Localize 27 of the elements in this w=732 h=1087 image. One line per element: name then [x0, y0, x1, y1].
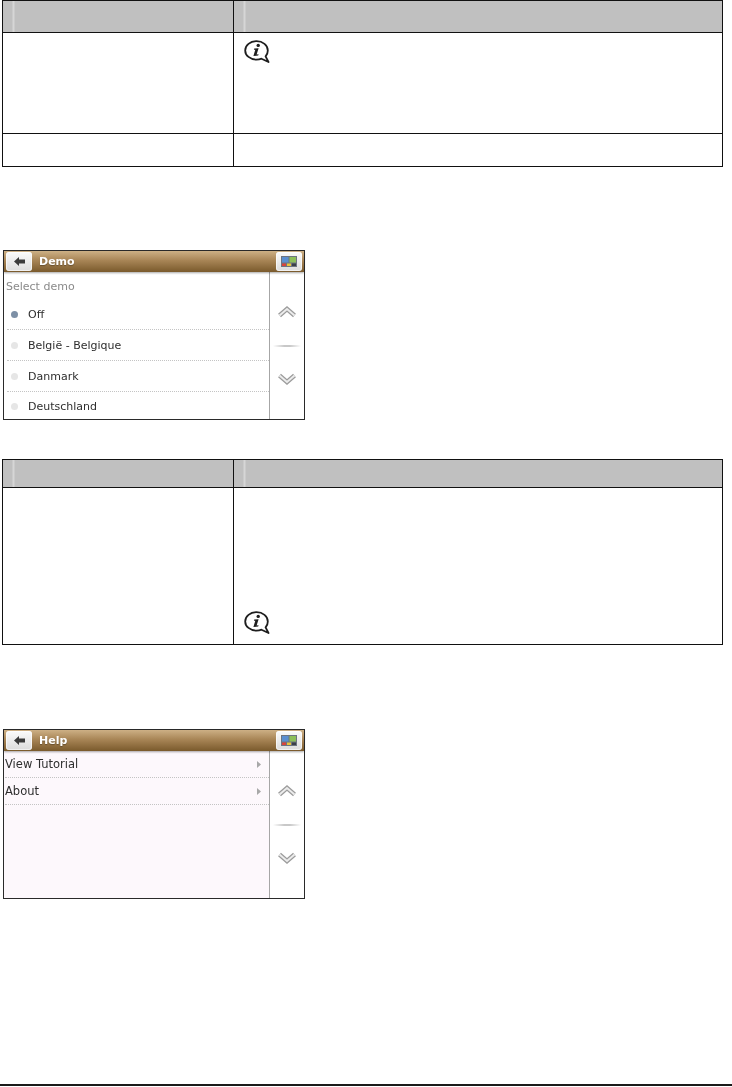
radio-dot-icon[interactable] [11, 372, 18, 380]
menu-button[interactable] [276, 731, 302, 750]
radio-option[interactable]: België - Belgique [7, 330, 269, 361]
caret-right-icon [257, 760, 261, 768]
radio-dot-icon[interactable] [11, 341, 18, 349]
screen-title: Help [39, 734, 68, 747]
radio-option[interactable]: Deutschland [7, 392, 269, 419]
back-button[interactable] [6, 252, 32, 271]
menu-item[interactable]: About [5, 778, 269, 805]
radio-option[interactable]: Danmark [7, 361, 269, 392]
radio-dot-icon[interactable] [11, 310, 18, 318]
chevron-up-icon[interactable] [277, 306, 297, 318]
chevron-up-icon[interactable] [277, 785, 297, 797]
tiles-icon [281, 735, 297, 746]
screen-title: Demo [39, 255, 75, 268]
chevron-down-icon[interactable] [277, 852, 297, 864]
menu-item[interactable]: View Tutorial [5, 751, 269, 778]
radio-option[interactable]: Off [7, 299, 269, 330]
arrow-left-icon [13, 736, 25, 745]
radio-dot-icon[interactable] [11, 402, 18, 410]
list-heading: Select demo [5, 279, 76, 295]
back-button[interactable] [6, 731, 32, 750]
arrow-left-icon [13, 257, 25, 266]
caret-right-icon [257, 787, 261, 795]
chevron-down-icon[interactable] [277, 373, 297, 385]
tiles-icon [281, 256, 297, 267]
menu-button[interactable] [276, 252, 302, 271]
